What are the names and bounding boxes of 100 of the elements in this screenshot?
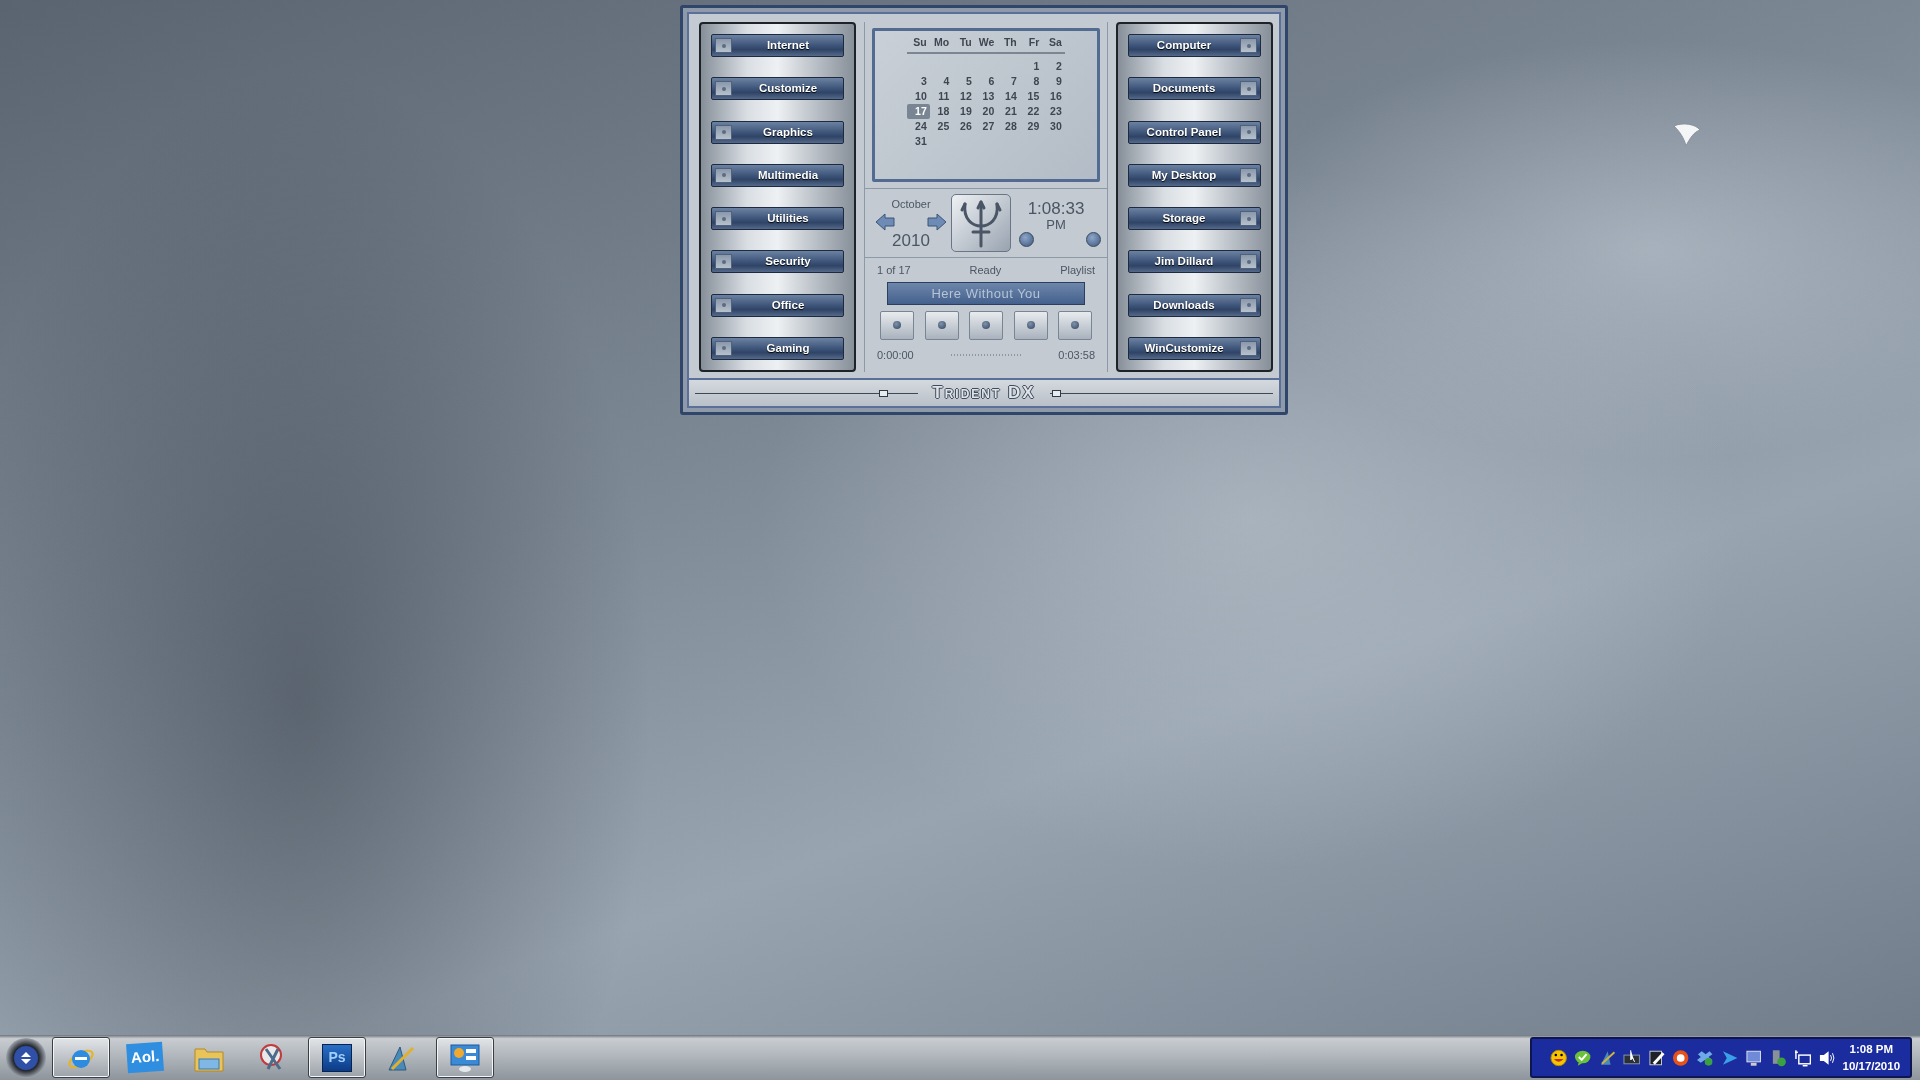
player-button[interactable]	[1013, 310, 1048, 340]
slider-thumb[interactable]	[1052, 389, 1062, 397]
calendar-day[interactable]: 21	[997, 104, 1020, 119]
calendar-day[interactable]: 18	[929, 104, 953, 119]
widget-title: Trident DX	[932, 382, 1036, 405]
taskbar-button[interactable]	[52, 1037, 110, 1078]
pointer-icon	[1672, 122, 1702, 148]
progress-track[interactable]	[950, 352, 1022, 357]
calendar-day[interactable]: 9	[1042, 74, 1065, 89]
weekday-label: Sa	[1047, 35, 1063, 50]
updown-icon	[19, 1050, 33, 1065]
launcher-button[interactable]: WinCustomize	[1128, 336, 1261, 360]
speaker-icon[interactable]	[1818, 1048, 1836, 1067]
track-title: Here Without You	[887, 281, 1085, 305]
trident-icon	[959, 198, 1003, 248]
player-button[interactable]	[1058, 310, 1092, 340]
tablet-icon[interactable]	[1647, 1048, 1665, 1067]
playlist-link[interactable]: Playlist	[1060, 262, 1095, 279]
calendar-day[interactable]: 8	[1019, 74, 1043, 89]
calendar-day[interactable]: 20	[974, 104, 998, 119]
ring-icon[interactable]	[1671, 1048, 1690, 1067]
launcher-button[interactable]: My Desktop	[1128, 163, 1261, 187]
calendar-day[interactable]: 29	[1019, 119, 1043, 134]
year-label: 2010	[892, 232, 930, 251]
calendar-day[interactable]: 26	[952, 119, 975, 134]
launcher-button[interactable]: Downloads	[1128, 293, 1261, 317]
calendar-day[interactable]: 11	[929, 89, 953, 104]
taskbar-button[interactable]: Ps	[308, 1037, 366, 1078]
calendar-day[interactable]: 7	[997, 74, 1020, 89]
smiley-icon[interactable]	[1550, 1048, 1568, 1067]
total-time: 0:03:58	[1058, 347, 1095, 363]
player-button[interactable]	[924, 310, 959, 340]
launcher-button[interactable]: Security	[711, 250, 844, 274]
calendar-day[interactable]: 23	[1042, 104, 1065, 119]
slider-thumb[interactable]	[878, 389, 888, 397]
calendar-day[interactable]: 10	[907, 89, 930, 104]
taskbar-button[interactable]	[436, 1037, 494, 1078]
monitor-icon[interactable]	[1745, 1048, 1763, 1067]
calendar-day[interactable]: 27	[974, 119, 998, 134]
launcher-button[interactable]: Customize	[711, 77, 844, 101]
launcher-button[interactable]: Internet	[711, 34, 844, 58]
launcher-button[interactable]: Gaming	[711, 336, 844, 360]
weekday-label: Mo	[933, 35, 951, 50]
launcher-button[interactable]: Control Panel	[1128, 120, 1261, 144]
calendar-day[interactable]: 12	[952, 89, 975, 104]
weekday-label: Su	[912, 35, 928, 50]
calendar-day[interactable]: 17	[907, 104, 930, 119]
box-check-icon[interactable]	[1696, 1048, 1714, 1067]
calendar-day[interactable]: 30	[1042, 119, 1065, 134]
network-icon[interactable]	[1793, 1048, 1812, 1067]
launcher-button[interactable]: Documents	[1128, 77, 1261, 101]
elapsed-time: 0:00:00	[877, 347, 914, 363]
weekday-label: Th	[1002, 35, 1018, 50]
monitor-pointer-icon[interactable]	[1623, 1048, 1641, 1067]
round-button[interactable]	[1019, 232, 1034, 247]
calendar-day[interactable]: 14	[997, 89, 1020, 104]
left-arrow-icon[interactable]	[875, 212, 895, 233]
launcher-button[interactable]: Computer	[1128, 34, 1261, 58]
weekday-label: Tu	[958, 35, 973, 50]
player-button[interactable]	[880, 310, 914, 340]
logo-button[interactable]	[951, 194, 1011, 252]
launcher-button[interactable]: Jim Dillard	[1128, 250, 1261, 274]
weekday-label: We	[977, 35, 996, 50]
control-panel-icon	[449, 1042, 481, 1073]
launcher-button[interactable]: Graphics	[711, 120, 844, 144]
round-button[interactable]	[1086, 232, 1101, 247]
calendar-day[interactable]: 16	[1042, 89, 1065, 104]
right-arrow-icon[interactable]	[927, 212, 947, 233]
calendar-day[interactable]: 4	[929, 74, 953, 89]
calendar-day[interactable]: 3	[907, 74, 930, 89]
taskbar-button[interactable]: Aol.	[116, 1037, 174, 1078]
month-label: October	[891, 196, 931, 212]
launcher-button[interactable]: Multimedia	[711, 163, 844, 187]
calendar-day[interactable]: 15	[1019, 89, 1043, 104]
clock-period: PM	[1046, 218, 1066, 232]
calendar-day[interactable]: 24	[907, 119, 930, 134]
weekday-label: Fr	[1027, 35, 1041, 50]
calendar-day[interactable]: 1	[1019, 59, 1043, 74]
launcher-button[interactable]: Utilities	[711, 207, 844, 231]
calendar-day[interactable]: 13	[974, 89, 998, 104]
app-logo: Ps	[322, 1043, 352, 1072]
calendar-day[interactable]: 2	[1042, 59, 1065, 74]
calendar-day[interactable]: 25	[929, 119, 953, 134]
player-status: Ready	[969, 263, 1002, 278]
chat-bubble-icon[interactable]	[1574, 1048, 1592, 1067]
calendar-day[interactable]: 19	[952, 104, 975, 119]
tray-date[interactable]: 10/17/2010	[1842, 1057, 1901, 1075]
clock-time: 1:08:33	[1027, 199, 1085, 218]
app-logo: Aol.	[125, 1042, 165, 1073]
player-button[interactable]	[969, 310, 1003, 340]
calendar-day[interactable]: 5	[952, 74, 975, 89]
calendar-day[interactable]: 22	[1019, 104, 1043, 119]
launcher-button[interactable]: Storage	[1128, 207, 1261, 231]
tray-time[interactable]: 1:08 PM	[1842, 1040, 1901, 1058]
start-button[interactable]	[6, 1037, 46, 1078]
track-count: 1 of 17	[877, 263, 911, 278]
launcher-button[interactable]: Office	[711, 293, 844, 317]
calendar-day[interactable]: 6	[974, 74, 998, 89]
calendar-day[interactable]: 28	[997, 119, 1020, 134]
calendar-day[interactable]: 31	[907, 134, 930, 149]
